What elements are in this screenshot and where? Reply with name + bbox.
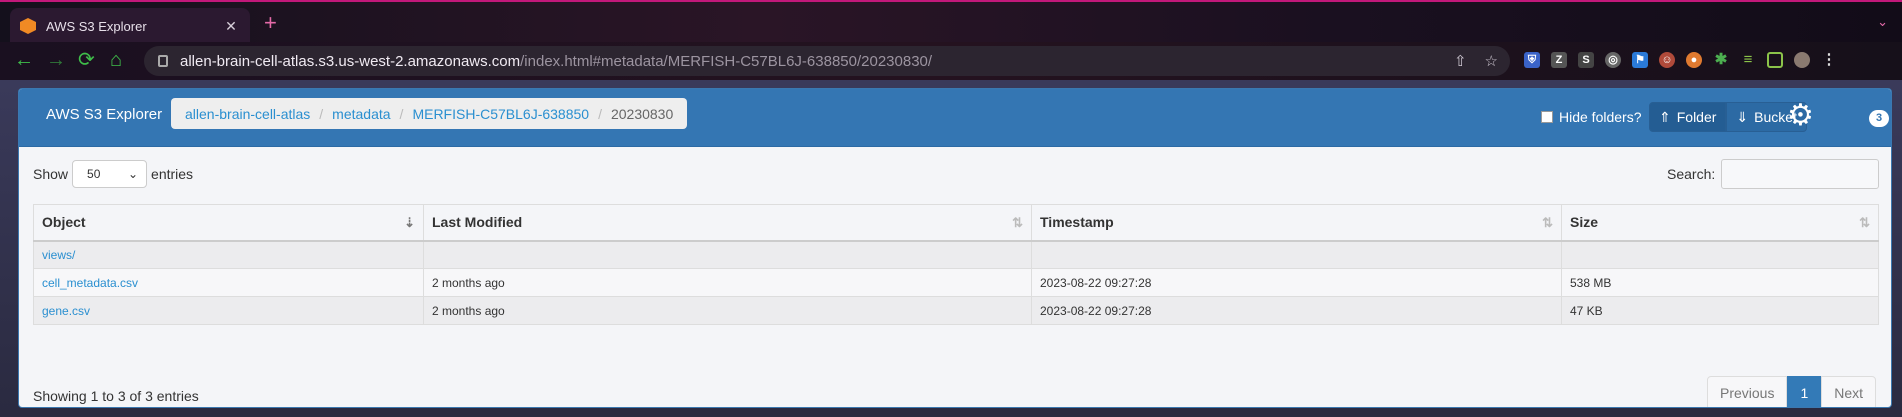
search-label: Search: [1667, 166, 1716, 182]
chevron-down-icon: ⌄ [127, 167, 139, 181]
url-host: allen-brain-cell-atlas.s3.us-west-2.amaz… [180, 52, 521, 70]
hide-folders-checkbox[interactable] [1541, 111, 1553, 123]
hide-folders-label: Hide folders? [1559, 109, 1642, 125]
double-chevron-up-icon: ⇑ [1659, 108, 1671, 125]
extension-icons: ⛨ Z S ◎ ⚑ ☺ ● ✱ ≡ ⋮ [1524, 52, 1837, 68]
extension-z-icon[interactable]: Z [1551, 52, 1567, 68]
objects-table: Object ⇣ Last Modified ⇅ Timestamp ⇅ Siz… [33, 204, 1879, 325]
hide-folders-toggle[interactable]: Hide folders? [1541, 109, 1642, 125]
sort-icon: ⇅ [1859, 215, 1870, 230]
media-queue-icon[interactable]: ≡ [1740, 52, 1756, 68]
object-link[interactable]: gene.csv [42, 304, 90, 318]
url-path: /index.html#metadata/MERFISH-C57BL6J-638… [520, 52, 933, 70]
page-background: AWS S3 Explorer allen-brain-cell-atlas /… [0, 80, 1902, 417]
last-modified-cell: 2 months ago [423, 268, 1032, 297]
browser-tab[interactable]: AWS S3 Explorer ✕ [10, 8, 250, 44]
view-mode-group: ⇑ Folder ⇓ Bucket [1649, 102, 1807, 132]
extension-face-icon[interactable]: ☺ [1659, 52, 1675, 68]
sort-asc-icon: ⇣ [404, 215, 415, 230]
profile-avatar[interactable] [1794, 52, 1810, 68]
extension-orange-icon[interactable]: ● [1686, 52, 1702, 68]
column-header-timestamp[interactable]: Timestamp ⇅ [1031, 204, 1562, 242]
size-cell: 47 KB [1561, 296, 1879, 325]
timestamp-cell: 2023-08-22 09:27:28 [1031, 296, 1562, 325]
extension-s-icon[interactable]: S [1578, 52, 1594, 68]
timestamp-cell: 2023-08-22 09:27:28 [1031, 268, 1562, 297]
home-icon[interactable]: ⌂ [110, 48, 122, 72]
pagination: Previous 1 Next [1707, 376, 1877, 407]
browser-tab-strip: AWS S3 Explorer ✕ + ⌄ [0, 0, 1902, 44]
puzzle-icon[interactable]: ✱ [1713, 52, 1729, 68]
show-entries-control: Show 50 ⌄ entries [33, 160, 193, 188]
table-row: gene.csv 2 months ago 2023-08-22 09:27:2… [33, 296, 1879, 325]
last-modified-cell: 2 months ago [423, 296, 1032, 325]
extension-circle-icon[interactable]: ◎ [1605, 52, 1621, 68]
timestamp-cell [1031, 240, 1562, 269]
chevron-down-icon[interactable]: ⌄ [1877, 14, 1888, 30]
gear-icon[interactable]: ⚙ [1787, 101, 1814, 131]
breadcrumb: allen-brain-cell-atlas / metadata / MERF… [171, 98, 688, 129]
object-link[interactable]: views/ [42, 248, 75, 262]
breadcrumb-current: 20230830 [610, 105, 674, 122]
share-icon[interactable]: ⇧ [1454, 52, 1467, 70]
show-label: Show [33, 166, 69, 182]
menu-kebab-icon[interactable]: ⋮ [1821, 52, 1837, 68]
double-chevron-down-icon: ⇓ [1736, 108, 1749, 125]
breadcrumb-dataset[interactable]: MERFISH-C57BL6J-638850 [412, 106, 589, 122]
last-modified-cell [423, 240, 1032, 269]
panel-header: AWS S3 Explorer allen-brain-cell-atlas /… [19, 89, 1891, 147]
tab-title: AWS S3 Explorer [46, 18, 147, 34]
folder-button[interactable]: ⇑ Folder [1649, 102, 1727, 132]
browser-toolbar: ← → ⟳ ⌂ allen-brain-cell-atlas.s3.us-wes… [0, 42, 1902, 80]
sort-icon: ⇅ [1012, 215, 1023, 230]
table-info: Showing 1 to 3 of 3 entries [33, 388, 199, 404]
back-arrow-icon[interactable]: ← [14, 48, 34, 72]
column-header-last-modified[interactable]: Last Modified ⇅ [423, 204, 1032, 242]
column-header-size[interactable]: Size ⇅ [1561, 204, 1879, 242]
size-cell [1561, 240, 1879, 269]
size-cell: 538 MB [1561, 268, 1879, 297]
column-header-object[interactable]: Object ⇣ [33, 204, 424, 242]
next-button[interactable]: Next [1821, 376, 1877, 407]
extension-shield-icon[interactable]: ⛨ [1524, 52, 1540, 68]
side-panel-icon[interactable] [1767, 52, 1783, 68]
close-icon[interactable]: ✕ [222, 18, 240, 35]
lock-icon [158, 55, 168, 67]
page-1-button[interactable]: 1 [1787, 376, 1822, 407]
table-row: cell_metadata.csv 2 months ago 2023-08-2… [33, 268, 1879, 297]
breadcrumb-metadata[interactable]: metadata [332, 106, 390, 122]
brand-title[interactable]: AWS S3 Explorer [46, 106, 162, 123]
sort-icon: ⇅ [1542, 215, 1553, 230]
object-link[interactable]: cell_metadata.csv [42, 276, 138, 290]
previous-button[interactable]: Previous [1707, 376, 1788, 407]
table-row: views/ [33, 240, 1879, 269]
breadcrumb-bucket[interactable]: allen-brain-cell-atlas [185, 106, 310, 122]
entries-select[interactable]: 50 ⌄ [72, 160, 148, 188]
reload-icon[interactable]: ⟳ [78, 48, 95, 72]
entries-label: entries [151, 166, 194, 182]
extension-badge-icon[interactable]: ⚑ [1632, 52, 1648, 68]
new-tab-icon[interactable]: + [264, 12, 277, 34]
count-badge: 3 [1869, 110, 1889, 127]
aws-cube-icon [20, 18, 36, 34]
star-icon[interactable]: ☆ [1485, 52, 1498, 70]
search-input[interactable] [1721, 159, 1879, 189]
s3-explorer-panel: AWS S3 Explorer allen-brain-cell-atlas /… [18, 88, 1892, 408]
address-bar[interactable]: allen-brain-cell-atlas.s3.us-west-2.amaz… [144, 46, 1510, 76]
forward-arrow-icon[interactable]: → [46, 48, 66, 72]
